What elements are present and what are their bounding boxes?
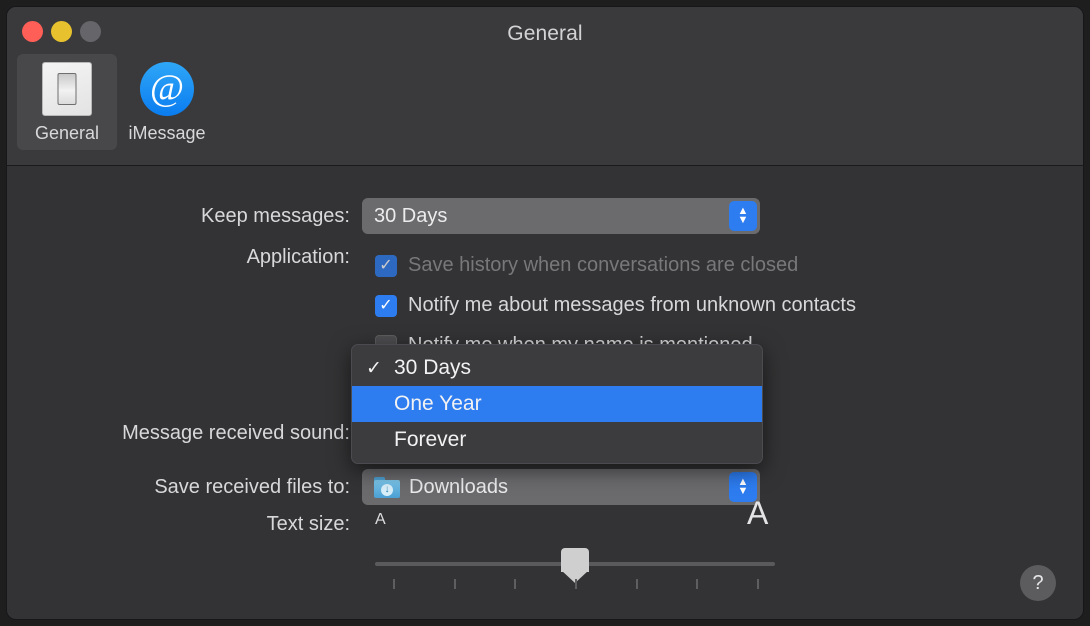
save-files-label: Save received files to: <box>154 475 350 498</box>
tab-general-label: General <box>34 123 100 143</box>
settings-pane: Keep messages: 30 Days ▲ ▼ Application: … <box>7 166 1083 619</box>
slider-ticks <box>375 579 775 589</box>
notify-unknown-label: Notify me about messages from unknown co… <box>408 294 856 316</box>
notify-unknown-checkbox-row[interactable]: ✓ Notify me about messages from unknown … <box>375 294 856 317</box>
slider-tick <box>757 579 759 589</box>
at-sign-icon: @ <box>140 62 194 116</box>
tab-imessage-label: iMessage <box>128 123 206 143</box>
menu-item-label: 30 Days <box>394 356 472 379</box>
save-files-popup[interactable]: ↓ Downloads ▲ ▼ <box>362 469 760 505</box>
preference-tabs: General @ iMessage <box>17 54 217 150</box>
save-history-checkbox-row[interactable]: ✓ Save history when conversations are cl… <box>375 254 798 277</box>
menu-check-icon: ✓ <box>366 357 382 379</box>
menu-item-label: One Year <box>394 392 482 415</box>
menu-item-forever[interactable]: Forever <box>352 422 762 458</box>
keep-messages-popup[interactable]: 30 Days ▲ ▼ <box>362 198 760 234</box>
keep-messages-label: Keep messages: <box>201 204 350 227</box>
save-history-checkbox[interactable]: ✓ <box>375 254 397 277</box>
message-sound-label: Message received sound: <box>122 421 350 444</box>
text-size-row: Text size: <box>7 513 1083 536</box>
window-toolbar: General General @ iMessage <box>7 7 1083 166</box>
menu-item-30-days[interactable]: ✓ 30 Days <box>352 350 762 386</box>
save-files-value: Downloads <box>409 475 508 498</box>
menu-item-label: Forever <box>394 428 467 451</box>
keep-messages-stepper[interactable]: ▲ ▼ <box>729 201 757 231</box>
text-size-label: Text size: <box>266 513 350 535</box>
keep-messages-value: 30 Days <box>374 204 448 227</box>
help-button[interactable]: ? <box>1020 565 1056 601</box>
slider-tick <box>453 579 456 589</box>
application-label: Application: <box>246 246 350 268</box>
downloads-folder-icon: ↓ <box>374 476 400 498</box>
window-title: General <box>507 22 583 45</box>
slider-tick <box>575 579 577 589</box>
tab-imessage[interactable]: @ iMessage <box>117 54 217 150</box>
slider-tick <box>635 579 638 589</box>
save-history-label: Save history when conversations are clos… <box>408 254 799 276</box>
keep-messages-row: Keep messages: 30 Days ▲ ▼ <box>7 198 1083 234</box>
menu-item-one-year[interactable]: One Year <box>352 386 762 422</box>
slider-tick <box>696 579 699 589</box>
save-files-row: Save received files to: ↓ Downloads ▲ ▼ <box>7 469 1083 505</box>
preferences-window: General General @ iMessage Keep messages… <box>6 6 1084 620</box>
text-size-min-label: A <box>375 511 386 528</box>
slider-thumb[interactable] <box>561 548 589 583</box>
chevron-down-icon: ▼ <box>737 214 749 226</box>
light-switch-icon <box>42 62 92 116</box>
text-size-max-label: A <box>747 495 769 531</box>
keep-messages-dropdown-menu: ✓ 30 Days One Year Forever <box>351 344 763 464</box>
slider-tick <box>393 579 395 589</box>
slider-tick <box>514 579 517 589</box>
notify-unknown-checkbox[interactable]: ✓ <box>375 294 397 317</box>
tab-general[interactable]: General <box>17 54 117 150</box>
